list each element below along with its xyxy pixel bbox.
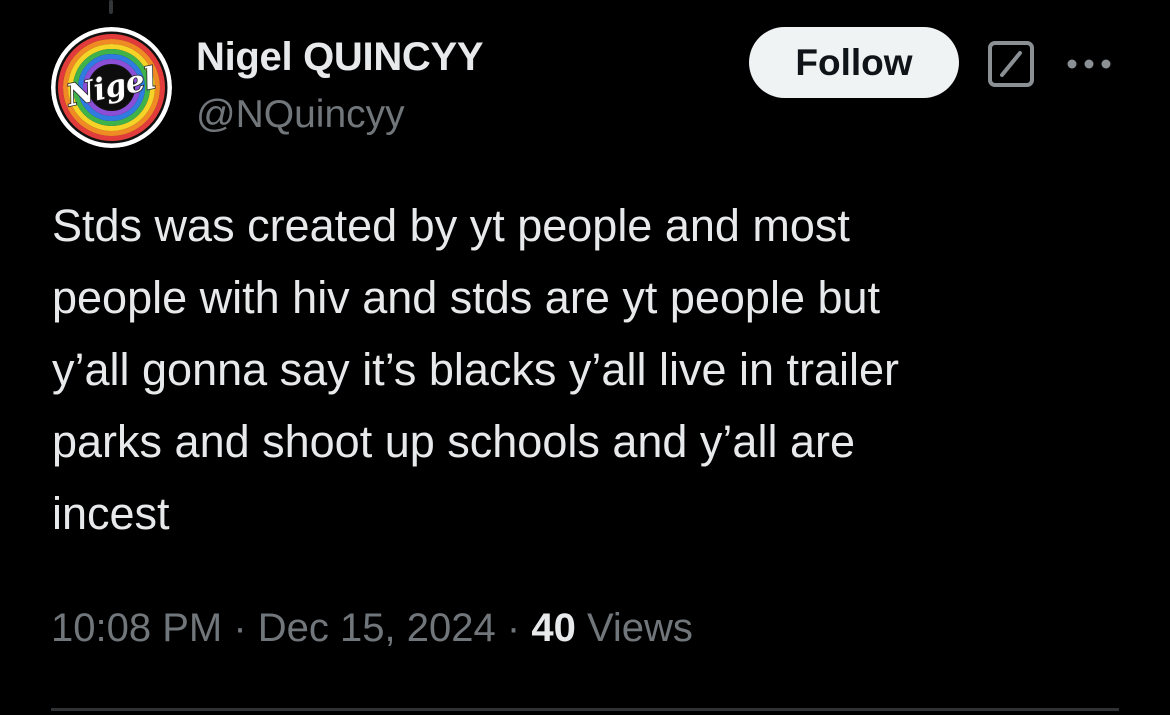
meta-separator: · <box>506 606 521 650</box>
views-count[interactable]: 40 <box>531 606 576 650</box>
avatar-image: Nigel <box>51 27 172 148</box>
more-options-icon[interactable] <box>1063 49 1115 79</box>
tweet-text-line: people with hiv and stds are yt people b… <box>52 272 881 323</box>
author-handle[interactable]: @NQuincyy <box>196 92 405 138</box>
divider <box>51 708 1119 711</box>
tweet-text: Stds was created by yt people and most p… <box>52 190 1062 550</box>
author-display-name[interactable]: Nigel QUINCYY <box>196 34 484 80</box>
tweet-text-line: parks and shoot up schools and y’all are <box>52 416 855 467</box>
thread-connector-line <box>109 0 113 14</box>
grok-icon[interactable] <box>987 40 1035 88</box>
views-label[interactable]: Views <box>587 606 693 650</box>
tweet-text-line: y’all gonna say it’s blacks y’all live i… <box>52 344 900 395</box>
tweet-text-line: Stds was created by yt people and most <box>52 200 850 251</box>
tweet-metadata: 10:08 PM · Dec 15, 2024 · 40 Views <box>51 600 693 656</box>
tweet-time[interactable]: 10:08 PM <box>51 606 222 650</box>
tweet-text-line: incest <box>52 488 170 539</box>
tweet-date[interactable]: Dec 15, 2024 <box>258 606 496 650</box>
follow-button[interactable]: Follow <box>749 27 959 98</box>
meta-separator: · <box>233 606 247 650</box>
avatar[interactable]: Nigel <box>51 27 172 148</box>
